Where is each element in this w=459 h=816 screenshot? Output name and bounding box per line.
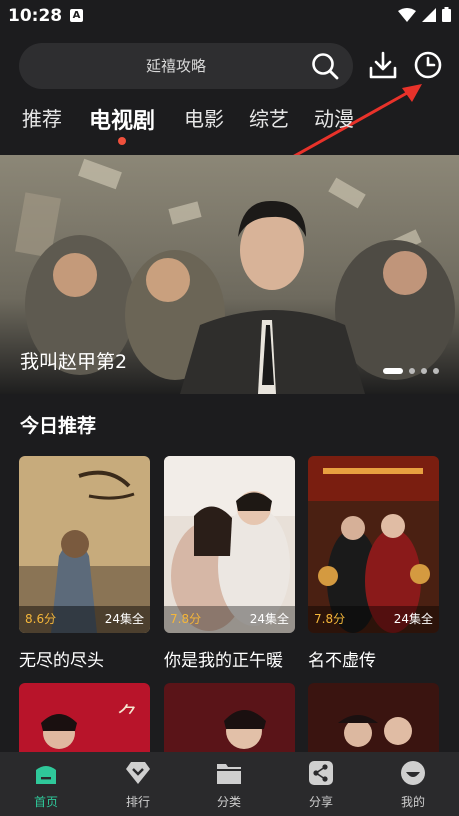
drama-title: 名不虚传 [308,651,376,671]
status-icons [398,7,451,22]
download-icon[interactable] [368,50,398,80]
nav-share-label: 分享 [308,795,333,809]
ranking-heart-icon [126,762,150,784]
drama-card-partial[interactable] [164,683,295,753]
poster-image [164,683,295,753]
nav-profile[interactable]: 我的 [383,760,443,810]
tab-movies[interactable]: 电影 [184,103,224,132]
tab-tv-series[interactable]: 电视剧 [89,103,156,145]
score-label: 8.6分 [25,612,57,626]
pagination-dot [409,368,415,374]
nav-category-label: 分类 [216,795,241,809]
episodes-label: 24集全 [393,612,433,626]
nav-home-label: 首页 [33,795,58,809]
episodes-label: 24集全 [104,612,144,626]
category-tabs: 推荐 电视剧 电影 综艺 动漫 [0,103,459,145]
battery-icon [442,7,451,22]
tab-variety[interactable]: 综艺 [249,103,289,132]
drama-card[interactable]: 7.8分 24集全 名不虚传 [308,456,439,671]
share-icon [309,761,333,785]
banner-carousel[interactable]: 我叫赵甲第2 [0,155,459,394]
notification-a-icon: A [70,9,83,22]
pagination-dot-active [383,368,403,374]
tab-tv-series-label: 电视剧 [89,109,156,134]
poster-image: 8.6分 24集全 [19,456,150,633]
home-icon [36,766,56,784]
search-icon[interactable] [311,52,339,80]
drama-card[interactable]: 7.8分 24集全 你是我的正午暖 [164,456,295,671]
profile-icon [401,761,425,785]
section-title-today: 今日推荐 [20,415,97,437]
drama-title: 你是我的正午暖 [164,651,283,671]
active-tab-indicator [118,137,126,145]
banner-pagination [383,368,439,374]
poster-image: ⺈ [19,683,150,753]
score-label: 7.8分 [314,612,346,626]
wifi-icon [398,7,416,22]
poster-image [308,683,439,753]
signal-icon [422,7,436,22]
pagination-dot [421,368,427,374]
episodes-label: 24集全 [249,612,289,626]
poster-image: 7.8分 24集全 [308,456,439,633]
pagination-dot [433,368,439,374]
nav-home[interactable]: 首页 [16,760,76,810]
tab-anime[interactable]: 动漫 [314,103,354,132]
status-time: 10:28 [8,6,63,26]
history-clock-icon[interactable] [413,50,443,80]
drama-card-partial[interactable]: ⺈ [19,683,150,753]
drama-card[interactable]: 8.6分 24集全 无尽的尽头 [19,456,150,671]
nav-profile-label: 我的 [400,795,425,809]
tab-recommend[interactable]: 推荐 [22,103,62,132]
nav-category[interactable]: 分类 [199,760,259,810]
nav-share[interactable]: 分享 [291,760,351,810]
banner-caption: 我叫赵甲第2 [20,351,128,373]
status-bar: 10:28 A [0,0,459,34]
drama-title: 无尽的尽头 [19,651,104,671]
poster-image: 7.8分 24集全 [164,456,295,633]
drama-card-partial[interactable] [308,683,439,753]
nav-ranking-label: 排行 [125,795,150,809]
score-label: 7.8分 [170,612,202,626]
svg-text:⺈: ⺈ [117,704,139,729]
folder-icon [217,764,241,784]
bottom-nav: 首页 排行 分类 分享 我的 [0,752,459,816]
nav-ranking[interactable]: 排行 [108,760,168,810]
